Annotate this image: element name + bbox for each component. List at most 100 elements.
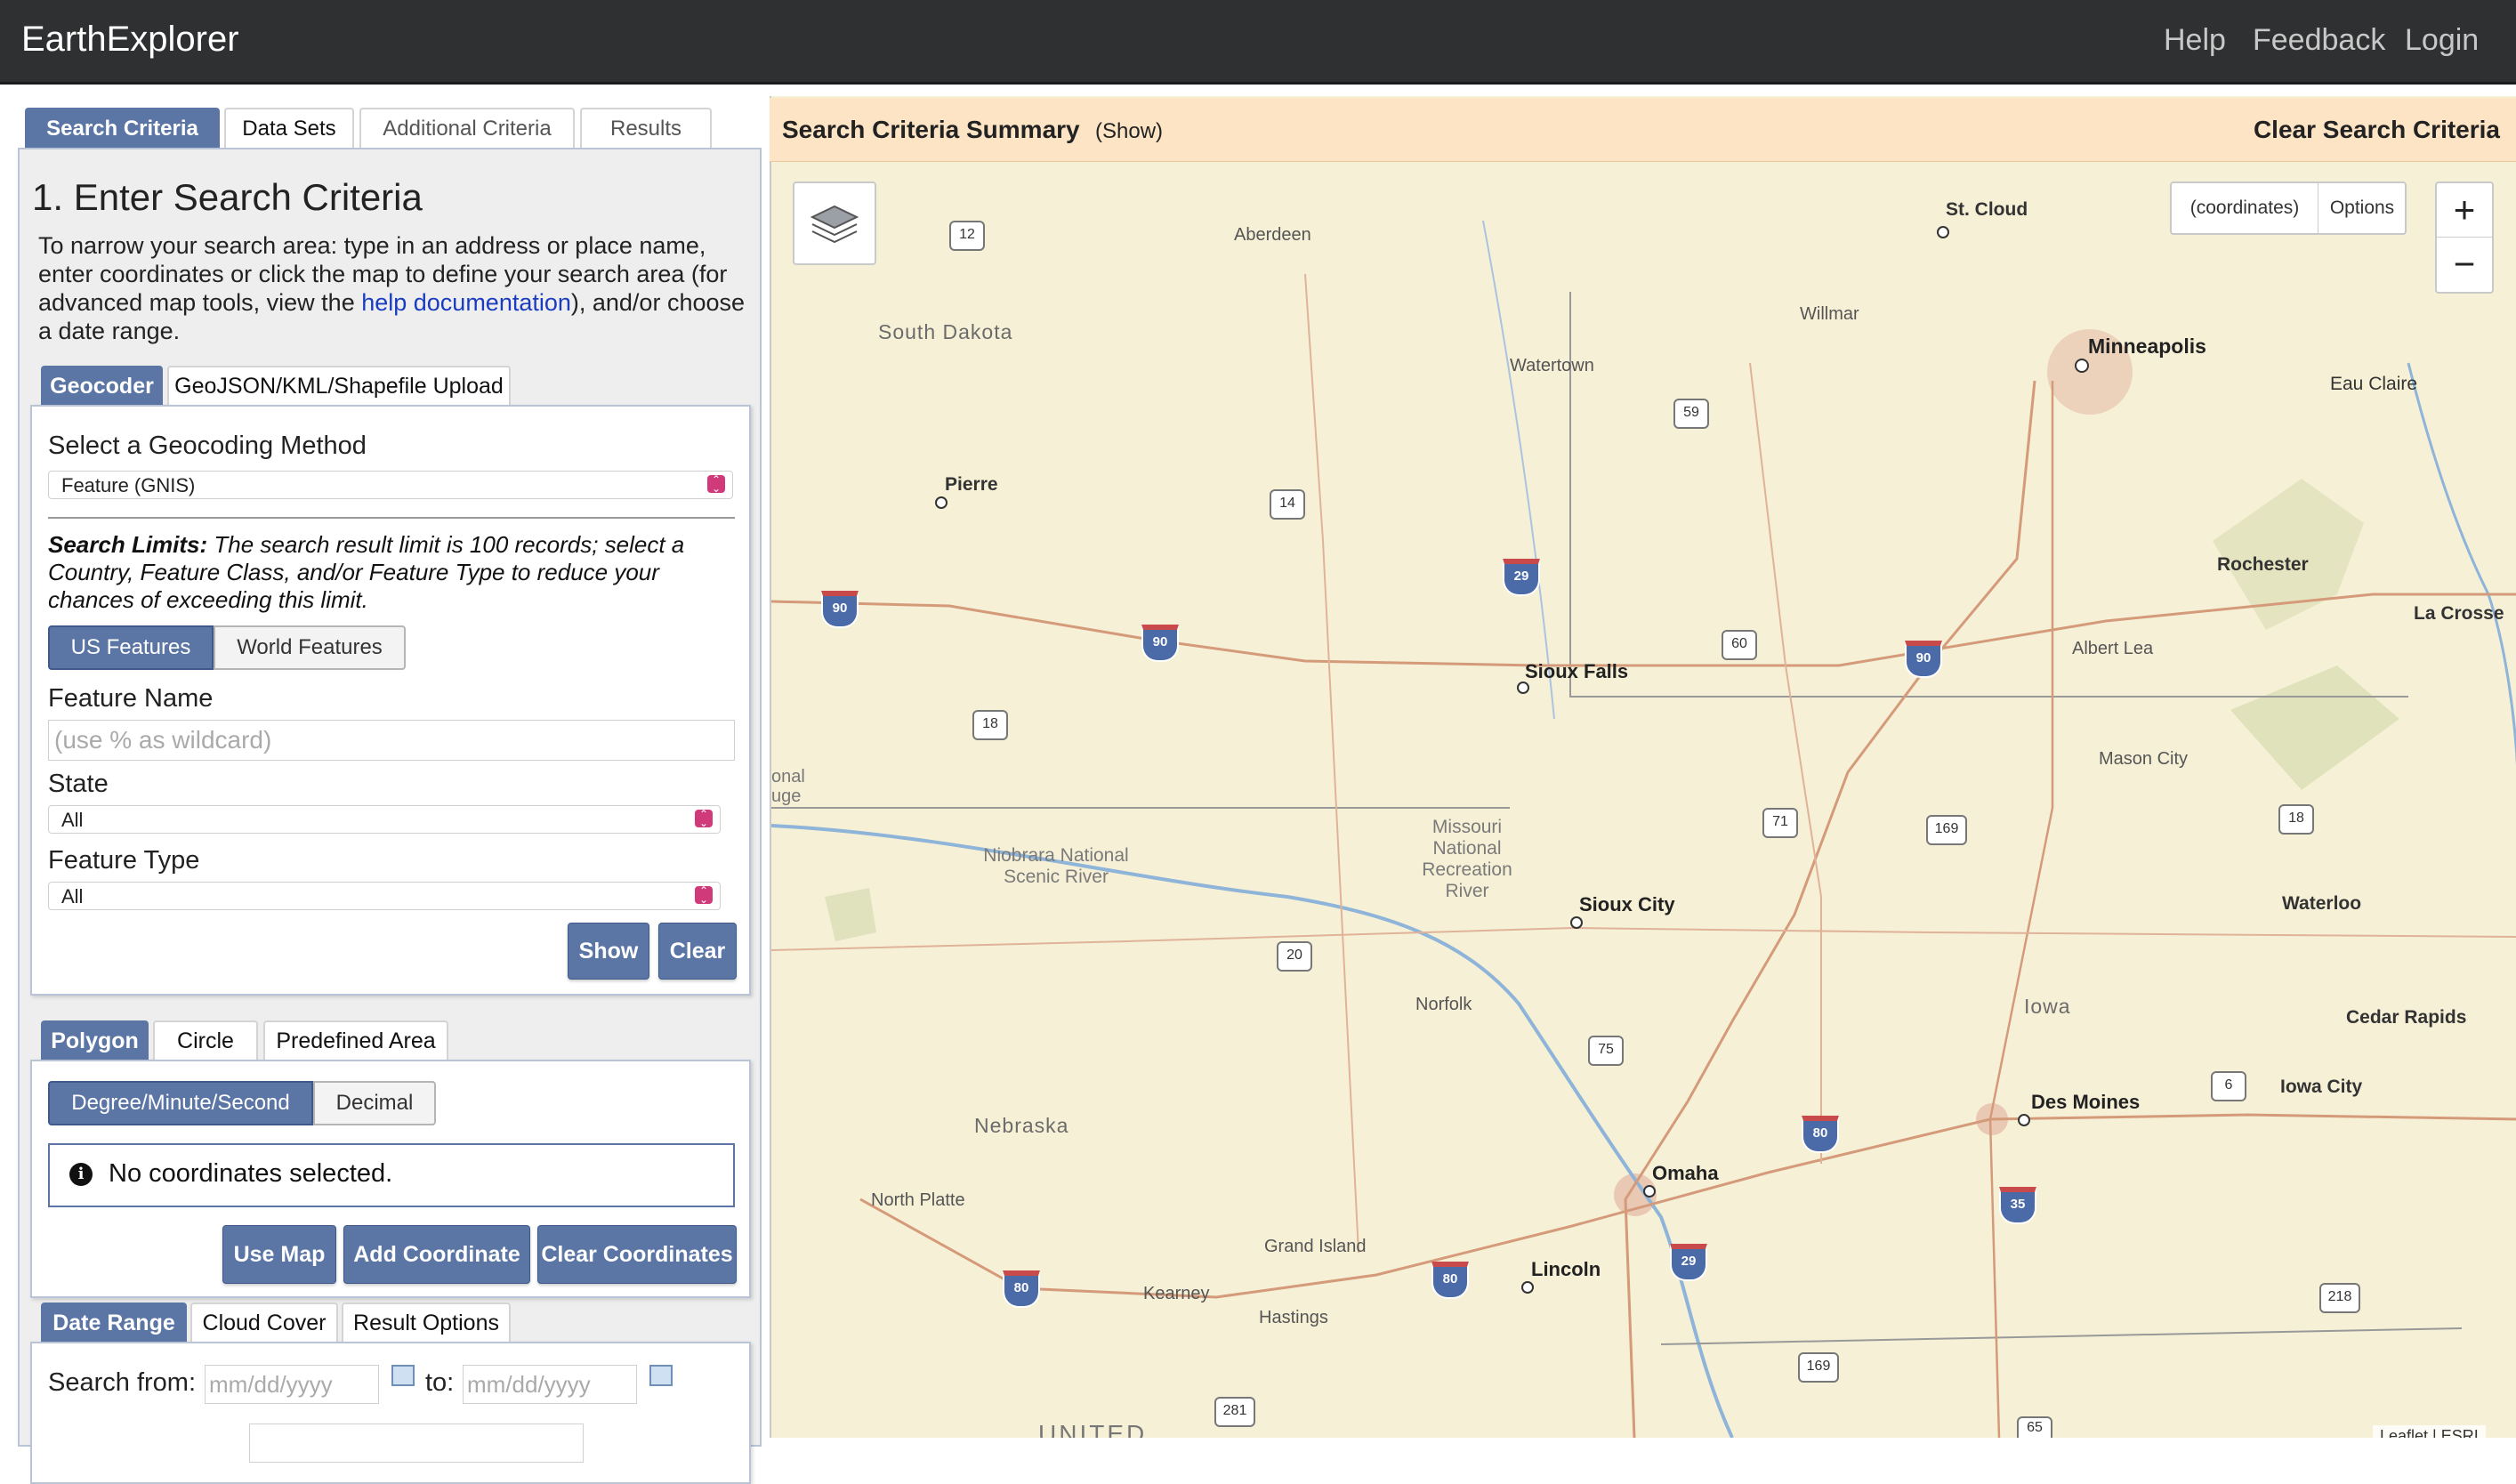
geocoding-method-select[interactable]: Feature (GNIS) ⌃ ⌄ <box>48 471 733 499</box>
top-navbar: EarthExplorer Help Feedback Login <box>0 0 2516 85</box>
zoom-control: + − <box>2435 181 2494 294</box>
options-button[interactable]: Options <box>2319 183 2405 233</box>
tab-circle[interactable]: Circle <box>153 1020 258 1060</box>
feature-type-label: Feature Type <box>48 846 200 875</box>
tab-predefined-area[interactable]: Predefined Area <box>263 1020 448 1060</box>
interstate-shield: 80 <box>1802 1116 1839 1153</box>
map-view[interactable]: St. Cloud Aberdeen Minneapolis Eau Clair… <box>770 96 2516 1438</box>
decimal-toggle[interactable]: Decimal <box>313 1081 436 1125</box>
city-label: North Platte <box>871 1190 965 1210</box>
zoom-in-button[interactable]: + <box>2437 183 2492 238</box>
tab-data-sets[interactable]: Data Sets <box>224 108 354 148</box>
date-to-input[interactable]: mm/dd/yyyy <box>463 1365 637 1404</box>
park-label: Missouri National Recreation River <box>1422 817 1512 901</box>
us-highway-shield: 71 <box>1762 808 1798 838</box>
city-marker <box>1570 916 1583 929</box>
us-highway-shield: 169 <box>1798 1352 1839 1383</box>
map-toolbar: (coordinates) Options <box>2170 181 2407 235</box>
interstate-shield: 80 <box>1431 1262 1469 1299</box>
to-label: to: <box>425 1368 455 1397</box>
city-label: Iowa City <box>2280 1077 2363 1097</box>
city-label: Cedar Rapids <box>2346 1007 2467 1028</box>
city-label: Pierre <box>945 474 998 495</box>
app-title[interactable]: EarthExplorer <box>21 20 239 60</box>
us-highway-shield: 169 <box>1926 815 1967 845</box>
city-marker <box>1521 1281 1534 1294</box>
interstate-shield: 35 <box>1999 1187 2036 1224</box>
zoom-out-button[interactable]: − <box>2437 238 2492 292</box>
clear-coordinates-button[interactable]: Clear Coordinates <box>537 1225 737 1284</box>
help-documentation-link[interactable]: help documentation <box>361 289 571 316</box>
interstate-shield: 29 <box>1503 559 1540 596</box>
info-icon: i <box>69 1163 93 1186</box>
geocoding-method-label: Select a Geocoding Method <box>48 431 367 460</box>
show-button[interactable]: Show <box>568 923 649 980</box>
state-label: State <box>48 770 109 798</box>
edge-label: UNITED <box>1038 1420 1148 1438</box>
us-highway-shield: 18 <box>2278 804 2314 835</box>
us-highway-shield: 6 <box>2211 1071 2246 1101</box>
us-highway-shield: 12 <box>949 221 985 251</box>
tab-polygon[interactable]: Polygon <box>41 1020 149 1060</box>
world-features-toggle[interactable]: World Features <box>214 625 406 670</box>
city-label: La Crosse <box>2414 603 2504 624</box>
city-label: Norfolk <box>1415 995 1472 1014</box>
interstate-shield: 90 <box>1905 641 1942 678</box>
city-label: Sioux City <box>1579 893 1675 915</box>
feature-name-input[interactable]: (use % as wildcard) <box>48 720 735 761</box>
calendar-icon[interactable] <box>649 1365 673 1386</box>
us-features-toggle[interactable]: US Features <box>48 625 214 670</box>
us-highway-shield: 18 <box>972 710 1008 740</box>
map-attribution[interactable]: Leaflet | ESRI <box>2373 1425 2486 1438</box>
login-link[interactable]: Login <box>2405 23 2479 58</box>
city-label: Willmar <box>1800 304 1859 324</box>
city-label: Minneapolis <box>2088 335 2206 358</box>
tab-date-range[interactable]: Date Range <box>41 1303 187 1342</box>
search-criteria-panel: 1. Enter Search Criteria To narrow your … <box>18 148 762 1484</box>
add-coordinate-button[interactable]: Add Coordinate <box>343 1225 530 1284</box>
state-select[interactable]: All ⌃ ⌄ <box>48 805 721 834</box>
tab-search-criteria[interactable]: Search Criteria <box>25 108 220 148</box>
city-marker <box>1937 226 1949 238</box>
city-marker <box>2018 1114 2030 1126</box>
search-limits-note: Search Limits: The search result limit i… <box>48 531 706 614</box>
coordinates-button[interactable]: (coordinates) <box>2172 183 2318 233</box>
use-map-button[interactable]: Use Map <box>222 1225 336 1284</box>
tab-geojson-upload[interactable]: GeoJSON/KML/Shapefile Upload <box>167 366 511 405</box>
clear-button[interactable]: Clear <box>658 923 737 980</box>
tab-cloud-cover[interactable]: Cloud Cover <box>190 1303 338 1342</box>
tab-results[interactable]: Results <box>580 108 712 148</box>
help-link[interactable]: Help <box>2164 23 2226 58</box>
city-label: Watertown <box>1510 356 1594 375</box>
feature-type-select[interactable]: All ⌃ ⌄ <box>48 882 721 910</box>
us-highway-shield: 20 <box>1277 941 1312 972</box>
date-from-input[interactable]: mm/dd/yyyy <box>205 1365 379 1404</box>
city-label: Grand Island <box>1264 1237 1367 1256</box>
basemap[interactable] <box>771 96 2516 1438</box>
area-panel: Degree/Minute/Second Decimal i No coordi… <box>30 1060 751 1298</box>
city-label: St. Cloud <box>1946 199 2028 220</box>
secondary-date-input[interactable] <box>249 1424 584 1463</box>
layers-button[interactable] <box>793 181 876 265</box>
us-highway-shield: 75 <box>1588 1036 1624 1066</box>
tab-geocoder[interactable]: Geocoder <box>41 366 163 405</box>
city-label: Hastings <box>1259 1308 1328 1327</box>
search-limits-label: Search Limits: <box>48 531 208 558</box>
tab-result-options[interactable]: Result Options <box>342 1303 511 1342</box>
calendar-icon[interactable] <box>391 1365 415 1386</box>
clear-search-criteria-link[interactable]: Clear Search Criteria <box>2254 116 2500 144</box>
city-label: Sioux Falls <box>1525 660 1629 682</box>
feature-type-value: All <box>61 885 84 907</box>
us-highway-shield: 281 <box>1214 1397 1255 1427</box>
tab-additional-criteria[interactable]: Additional Criteria <box>359 108 575 148</box>
summary-title: Search Criteria Summary <box>782 116 1080 143</box>
city-label: Des Moines <box>2031 1091 2141 1113</box>
city-label: Kearney <box>1143 1284 1210 1303</box>
select-arrows-icon: ⌃ ⌄ <box>695 809 713 828</box>
summary-show-link[interactable]: (Show) <box>1095 119 1163 144</box>
page-title: 1. Enter Search Criteria <box>32 176 423 218</box>
divider <box>48 517 735 519</box>
feedback-link[interactable]: Feedback <box>2253 23 2385 58</box>
dms-toggle[interactable]: Degree/Minute/Second <box>48 1081 313 1125</box>
us-highway-shield: 65 <box>2017 1416 2052 1438</box>
